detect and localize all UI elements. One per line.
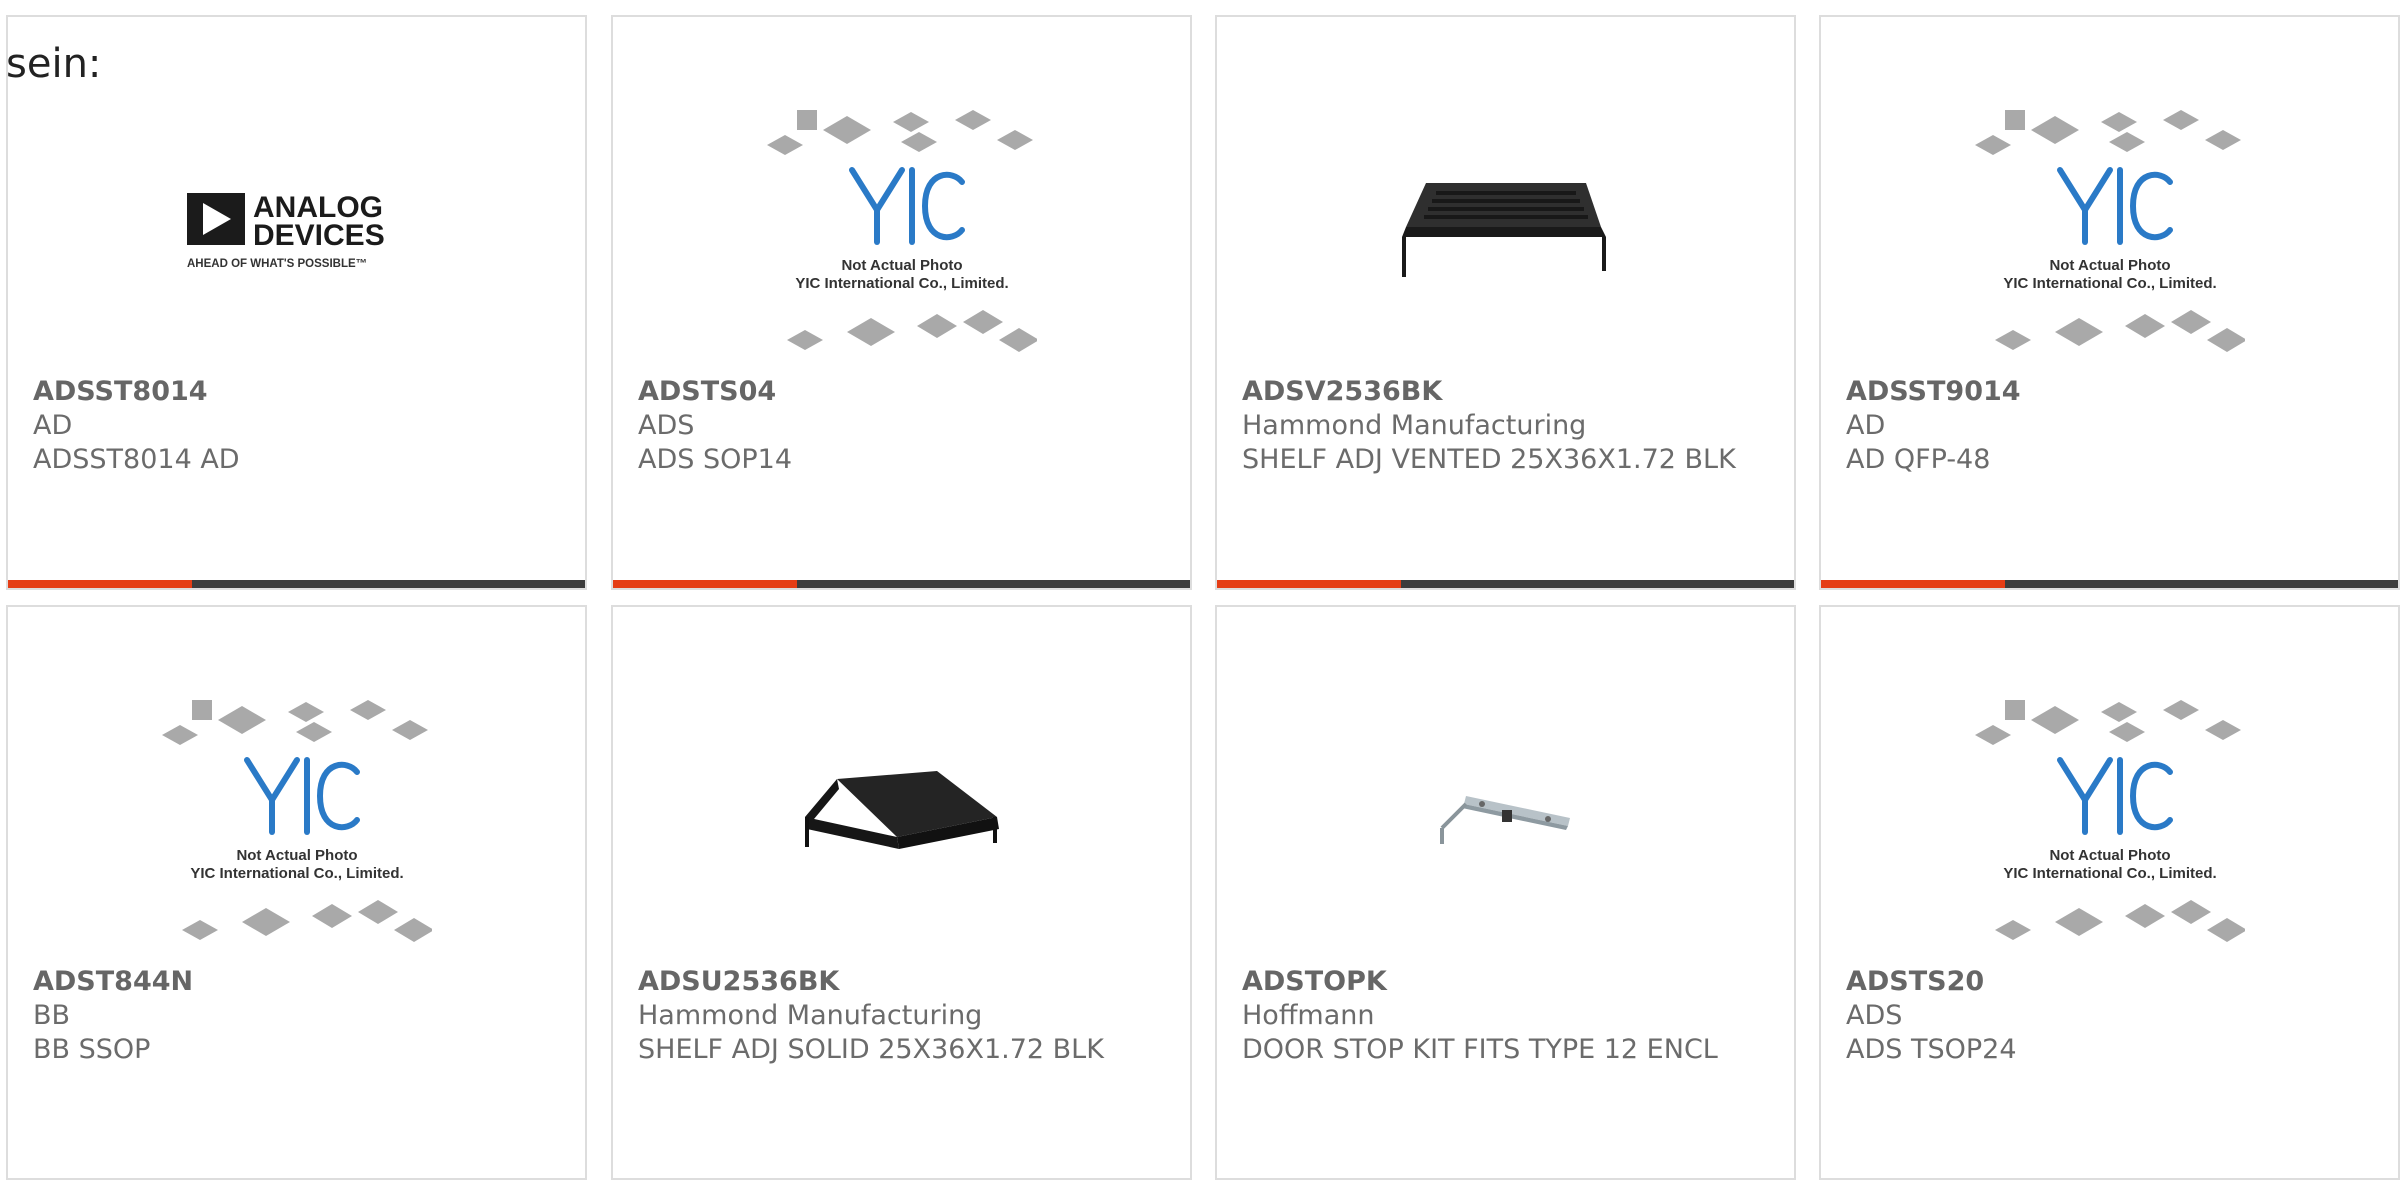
part-number[interactable]: ADSTOPK [1242,965,1774,999]
product-card[interactable]: Not Actual Photo YIC International Co., … [1819,15,2400,590]
manufacturer: Hammond Manufacturing [1242,410,1587,441]
placeholder-line1: Not Actual Photo [2049,847,2170,864]
solid-shelf-image [804,771,999,849]
placeholder-line2: YIC International Co., Limited. [190,865,403,882]
yic-mark-icon [2056,166,2173,245]
product-info: ADSV2536BK Hammond Manufacturing SHELF A… [1242,375,1774,477]
product-card[interactable]: Not Actual Photo YIC International Co., … [611,15,1192,590]
yic-placeholder-image: Not Actual Photo YIC International Co., … [766,109,1037,352]
yic-placeholder-image: Not Actual Photo YIC International Co., … [161,699,432,942]
product-card[interactable]: ADSU2536BK Hammond Manufacturing SHELF A… [611,605,1192,1180]
placeholder-line1: Not Actual Photo [841,257,962,274]
part-number[interactable]: ADSU2536BK [638,965,1170,999]
vented-shelf-image [1401,183,1606,277]
manufacturer: BB [33,1000,71,1031]
product-info: ADSST8014 AD ADSST8014 AD [33,375,565,477]
card-bar-accent [8,580,192,588]
description: AD QFP-48 [1846,444,1991,475]
product-card[interactable]: ADSTOPK Hoffmann DOOR STOP KIT FITS TYPE… [1215,605,1796,1180]
card-bar [8,580,585,588]
description: ADS TSOP24 [1846,1034,2017,1065]
description: ADS SOP14 [638,444,793,475]
part-number[interactable]: ADSST8014 [33,375,565,409]
card-bar [613,580,1190,588]
card-bar-accent [1821,580,2005,588]
description: SHELF ADJ SOLID 25X36X1.72 BLK [638,1034,1104,1065]
product-image[interactable]: ANALOG DEVICES AHEAD OF WHAT'S POSSIBLE™ [8,97,585,367]
part-number[interactable]: ADSTS04 [638,375,1170,409]
product-card[interactable]: ANALOG DEVICES AHEAD OF WHAT'S POSSIBLE™… [6,15,587,590]
placeholder-line1: Not Actual Photo [2049,257,2170,274]
product-card[interactable]: ADSV2536BK Hammond Manufacturing SHELF A… [1215,15,1796,590]
product-card[interactable]: Not Actual Photo YIC International Co., … [1819,605,2400,1180]
manufacturer: ADS [638,410,695,441]
analog-devices-logo: ANALOG DEVICES AHEAD OF WHAT'S POSSIBLE™ [186,191,385,270]
part-number[interactable]: ADST844N [33,965,565,999]
card-bar [1821,580,2398,588]
manufacturer: Hammond Manufacturing [638,1000,983,1031]
part-number[interactable]: ADSV2536BK [1242,375,1774,409]
product-info: ADSU2536BK Hammond Manufacturing SHELF A… [638,965,1170,1067]
door-stop-kit-image [1439,796,1570,844]
yic-mark-icon [243,756,360,835]
product-info: ADSTS04 ADS ADS SOP14 [638,375,1170,477]
manufacturer: AD [1846,410,1886,441]
product-card[interactable]: Not Actual Photo YIC International Co., … [6,605,587,1180]
yic-mark-icon [848,166,965,245]
description: ADSST8014 AD [33,444,240,475]
placeholder-line1: Not Actual Photo [236,847,357,864]
product-image[interactable]: Not Actual Photo YIC International Co., … [1821,687,2398,957]
product-info: ADSTS20 ADS ADS TSOP24 [1846,965,2378,1067]
placeholder-line2: YIC International Co., Limited. [795,275,1008,292]
logo-tagline: AHEAD OF WHAT'S POSSIBLE™ [187,258,367,270]
yic-mark-icon [2056,756,2173,835]
product-image[interactable] [1217,97,1794,367]
product-grid: ANALOG DEVICES AHEAD OF WHAT'S POSSIBLE™… [0,0,2400,1180]
product-image[interactable]: Not Actual Photo YIC International Co., … [8,687,585,957]
part-number[interactable]: ADSST9014 [1846,375,2378,409]
product-info: ADST844N BB BB SSOP [33,965,565,1067]
part-number[interactable]: ADSTS20 [1846,965,2378,999]
logo-line2: DEVICES [253,219,385,252]
product-image[interactable] [613,687,1190,957]
product-image[interactable] [1217,687,1794,957]
product-info: ADSTOPK Hoffmann DOOR STOP KIT FITS TYPE… [1242,965,1774,1067]
manufacturer: AD [33,410,73,441]
placeholder-line2: YIC International Co., Limited. [2003,865,2216,882]
product-image[interactable]: Not Actual Photo YIC International Co., … [1821,97,2398,367]
product-image[interactable]: Not Actual Photo YIC International Co., … [613,97,1190,367]
card-bar-accent [1217,580,1401,588]
description: BB SSOP [33,1034,151,1065]
product-info: ADSST9014 AD AD QFP-48 [1846,375,2378,477]
description: DOOR STOP KIT FITS TYPE 12 ENCL [1242,1034,1718,1065]
manufacturer: Hoffmann [1242,1000,1375,1031]
description: SHELF ADJ VENTED 25X36X1.72 BLK [1242,444,1736,475]
manufacturer: ADS [1846,1000,1903,1031]
placeholder-line2: YIC International Co., Limited. [2003,275,2216,292]
card-bar-accent [613,580,797,588]
card-bar [1217,580,1794,588]
yic-placeholder-image: Not Actual Photo YIC International Co., … [1974,699,2245,942]
yic-placeholder-image: Not Actual Photo YIC International Co., … [1974,109,2245,352]
intro-text: sein: [6,41,102,87]
